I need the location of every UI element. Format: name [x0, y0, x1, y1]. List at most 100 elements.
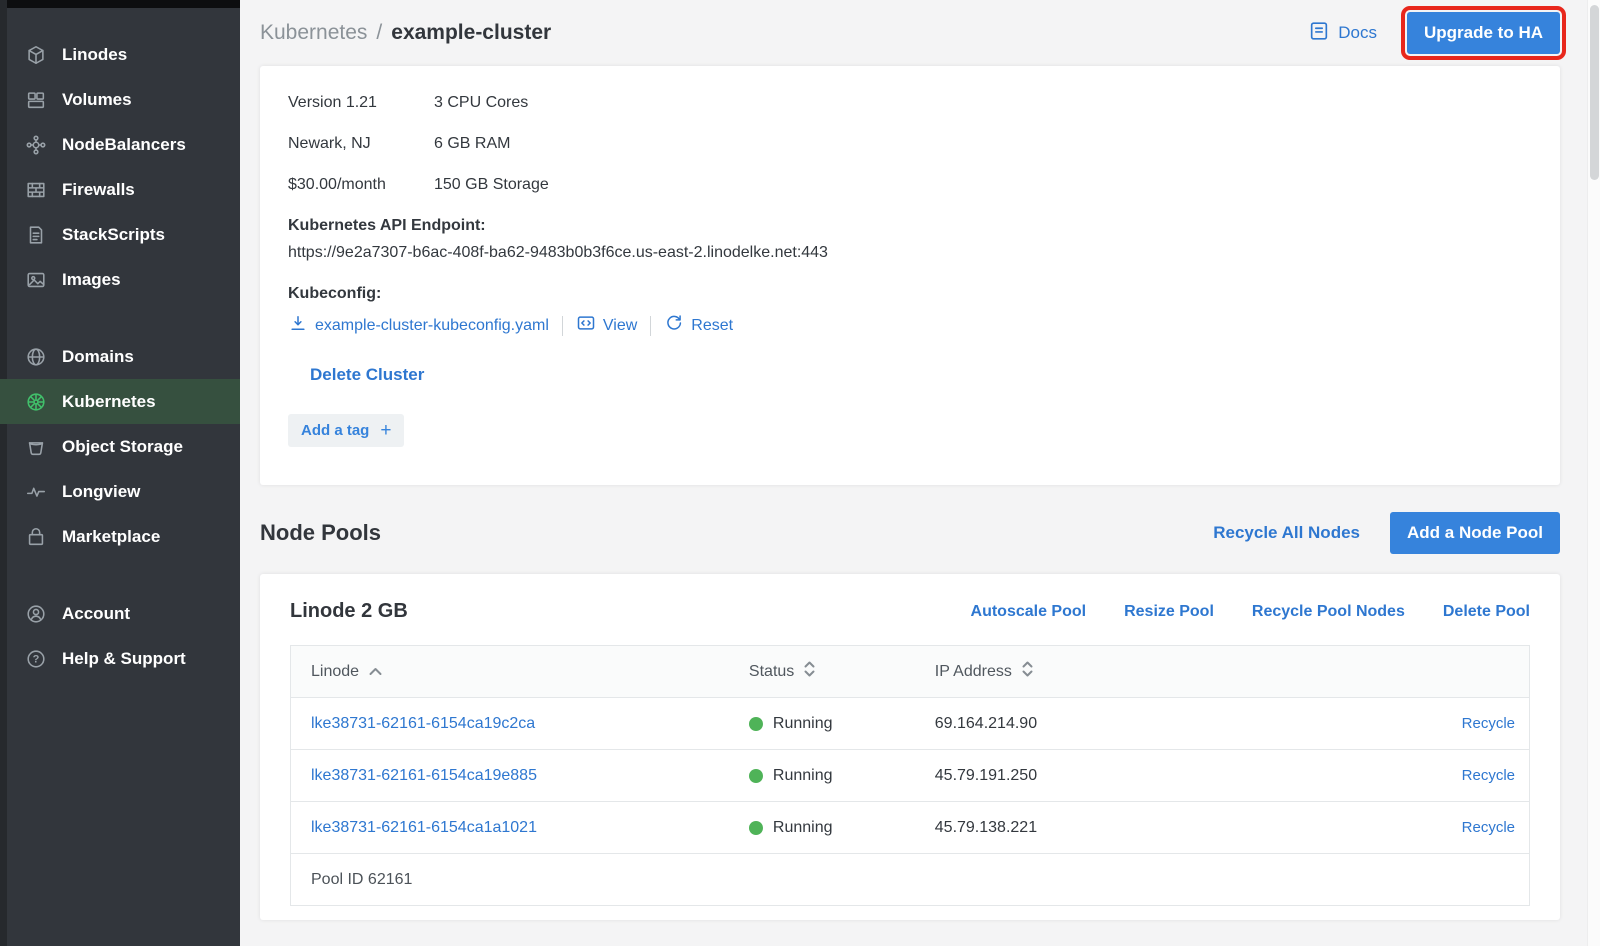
sidebar-item-object-storage[interactable]: Object Storage	[0, 424, 240, 469]
pool-id: Pool ID 62161	[291, 854, 1530, 906]
sidebar-item-label: Account	[62, 604, 130, 624]
sidebar-item-domains[interactable]: Domains	[0, 334, 240, 379]
sidebar-group-compute: Linodes Volumes NodeBalancers Firewalls …	[0, 32, 240, 302]
sort-by-ip[interactable]: IP Address	[935, 660, 1245, 683]
sidebar-item-firewalls[interactable]: Firewalls	[0, 167, 240, 212]
sidebar-item-nodebalancers[interactable]: NodeBalancers	[0, 122, 240, 167]
cluster-version: Version 1.21	[288, 94, 434, 112]
status-dot-running	[749, 821, 763, 835]
main-content: Kubernetes / example-cluster Docs Upgrad…	[240, 0, 1600, 946]
help-icon: ?	[25, 648, 47, 670]
sidebar-item-label: Marketplace	[62, 527, 160, 547]
sidebar: Linodes Volumes NodeBalancers Firewalls …	[0, 0, 240, 946]
delete-cluster-button[interactable]: Delete Cluster	[310, 365, 424, 385]
sidebar-item-label: Kubernetes	[62, 392, 156, 412]
resize-pool-link[interactable]: Resize Pool	[1124, 603, 1214, 621]
reset-kubeconfig-link[interactable]: Reset	[664, 313, 733, 338]
node-ip: 45.79.138.221	[935, 802, 1245, 854]
sidebar-item-label: Help & Support	[62, 649, 186, 669]
breadcrumb-separator: /	[376, 21, 382, 45]
node-pools-actions: Recycle All Nodes Add a Node Pool	[1213, 512, 1560, 554]
kubeconfig-label: Kubeconfig:	[288, 285, 1532, 303]
status-label: Running	[773, 819, 833, 837]
sidebar-item-stackscripts[interactable]: StackScripts	[0, 212, 240, 257]
autoscale-pool-link[interactable]: Autoscale Pool	[971, 603, 1087, 621]
docs-link[interactable]: Docs	[1308, 20, 1377, 47]
sidebar-item-label: Images	[62, 270, 121, 290]
recycle-node-link[interactable]: Recycle	[1462, 715, 1515, 732]
docs-label: Docs	[1338, 23, 1377, 43]
breadcrumb-kubernetes-link[interactable]: Kubernetes	[260, 21, 367, 45]
status-dot-running	[749, 769, 763, 783]
pool-head: Linode 2 GB Autoscale Pool Resize Pool R…	[290, 600, 1530, 623]
node-ip: 45.79.191.250	[935, 750, 1245, 802]
node-link[interactable]: lke38731-62161-6154ca19c2ca	[311, 715, 749, 733]
nodebalancers-icon	[25, 134, 47, 156]
divider	[650, 316, 651, 336]
status-label: Running	[773, 715, 833, 733]
refresh-icon	[664, 313, 684, 338]
sidebar-item-longview[interactable]: Longview	[0, 469, 240, 514]
recycle-pool-nodes-link[interactable]: Recycle Pool Nodes	[1252, 603, 1405, 621]
download-kubeconfig-link[interactable]: example-cluster-kubeconfig.yaml	[288, 313, 549, 338]
sidebar-item-label: StackScripts	[62, 225, 165, 245]
sidebar-item-images[interactable]: Images	[0, 257, 240, 302]
sidebar-item-marketplace[interactable]: Marketplace	[0, 514, 240, 559]
node-row: lke38731-62161-6154ca19c2ca Running 69.1…	[291, 698, 1530, 750]
sidebar-item-account[interactable]: Account	[0, 591, 240, 636]
header-actions: Docs Upgrade to HA	[1308, 12, 1560, 54]
sidebar-item-volumes[interactable]: Volumes	[0, 77, 240, 122]
sidebar-item-linodes[interactable]: Linodes	[0, 32, 240, 77]
api-endpoint-url: https://9e2a7307-b6ac-408f-ba62-9483b0b3…	[288, 244, 1532, 262]
sort-by-status[interactable]: Status	[749, 660, 935, 683]
sidebar-item-label: Volumes	[62, 90, 132, 110]
table-header-row: Linode Status IP Address	[291, 646, 1530, 698]
node-pools-header: Node Pools Recycle All Nodes Add a Node …	[260, 512, 1560, 554]
recycle-all-nodes-link[interactable]: Recycle All Nodes	[1213, 523, 1360, 543]
divider	[562, 316, 563, 336]
download-icon	[288, 313, 308, 338]
node-link[interactable]: lke38731-62161-6154ca1a1021	[311, 819, 749, 837]
view-label: View	[603, 317, 637, 335]
marketplace-icon	[25, 526, 47, 548]
upgrade-to-ha-button[interactable]: Upgrade to HA	[1407, 12, 1560, 54]
node-pools-title: Node Pools	[260, 520, 381, 546]
sidebar-item-kubernetes[interactable]: Kubernetes	[0, 379, 240, 424]
scrollbar-thumb[interactable]	[1590, 5, 1599, 180]
node-ip: 69.164.214.90	[935, 698, 1245, 750]
kubeconfig-filename: example-cluster-kubeconfig.yaml	[315, 317, 549, 335]
add-node-pool-button[interactable]: Add a Node Pool	[1390, 512, 1560, 554]
node-link[interactable]: lke38731-62161-6154ca19e885	[311, 767, 749, 785]
status-dot-running	[749, 717, 763, 731]
column-header-linode: Linode	[311, 663, 359, 681]
recycle-node-link[interactable]: Recycle	[1462, 819, 1515, 836]
scrollbar-track[interactable]	[1587, 0, 1600, 946]
sidebar-item-label: Linodes	[62, 45, 127, 65]
recycle-node-link[interactable]: Recycle	[1462, 767, 1515, 784]
page-header: Kubernetes / example-cluster Docs Upgrad…	[260, 0, 1560, 66]
reset-label: Reset	[691, 317, 733, 335]
volumes-icon	[25, 89, 47, 111]
sidebar-group-account: Account ? Help & Support	[0, 591, 240, 681]
cluster-specs: Version 1.21 3 CPU Cores Newark, NJ 6 GB…	[288, 94, 549, 194]
view-kubeconfig-link[interactable]: View	[576, 313, 637, 338]
longview-icon	[25, 481, 47, 503]
sidebar-item-help-support[interactable]: ? Help & Support	[0, 636, 240, 681]
node-row: lke38731-62161-6154ca1a1021 Running 45.7…	[291, 802, 1530, 854]
sidebar-item-label: Object Storage	[62, 437, 183, 457]
column-header-ip: IP Address	[935, 663, 1012, 681]
delete-pool-link[interactable]: Delete Pool	[1443, 603, 1530, 621]
breadcrumb: Kubernetes / example-cluster	[260, 21, 551, 45]
add-tag-button[interactable]: Add a tag +	[288, 414, 404, 447]
docs-icon	[1308, 20, 1330, 47]
api-endpoint-block: Kubernetes API Endpoint: https://9e2a730…	[288, 217, 1532, 262]
node-row: lke38731-62161-6154ca19e885 Running 45.7…	[291, 750, 1530, 802]
code-icon	[576, 313, 596, 338]
chevron-up-icon	[368, 663, 383, 681]
tags-section: Add a tag +	[288, 414, 1532, 447]
cluster-ram: 6 GB RAM	[434, 135, 549, 153]
column-header-status: Status	[749, 663, 794, 681]
sort-by-linode[interactable]: Linode	[311, 663, 749, 681]
sidebar-item-label: Firewalls	[62, 180, 135, 200]
sidebar-group-services: Domains Kubernetes Object Storage Longvi…	[0, 334, 240, 559]
